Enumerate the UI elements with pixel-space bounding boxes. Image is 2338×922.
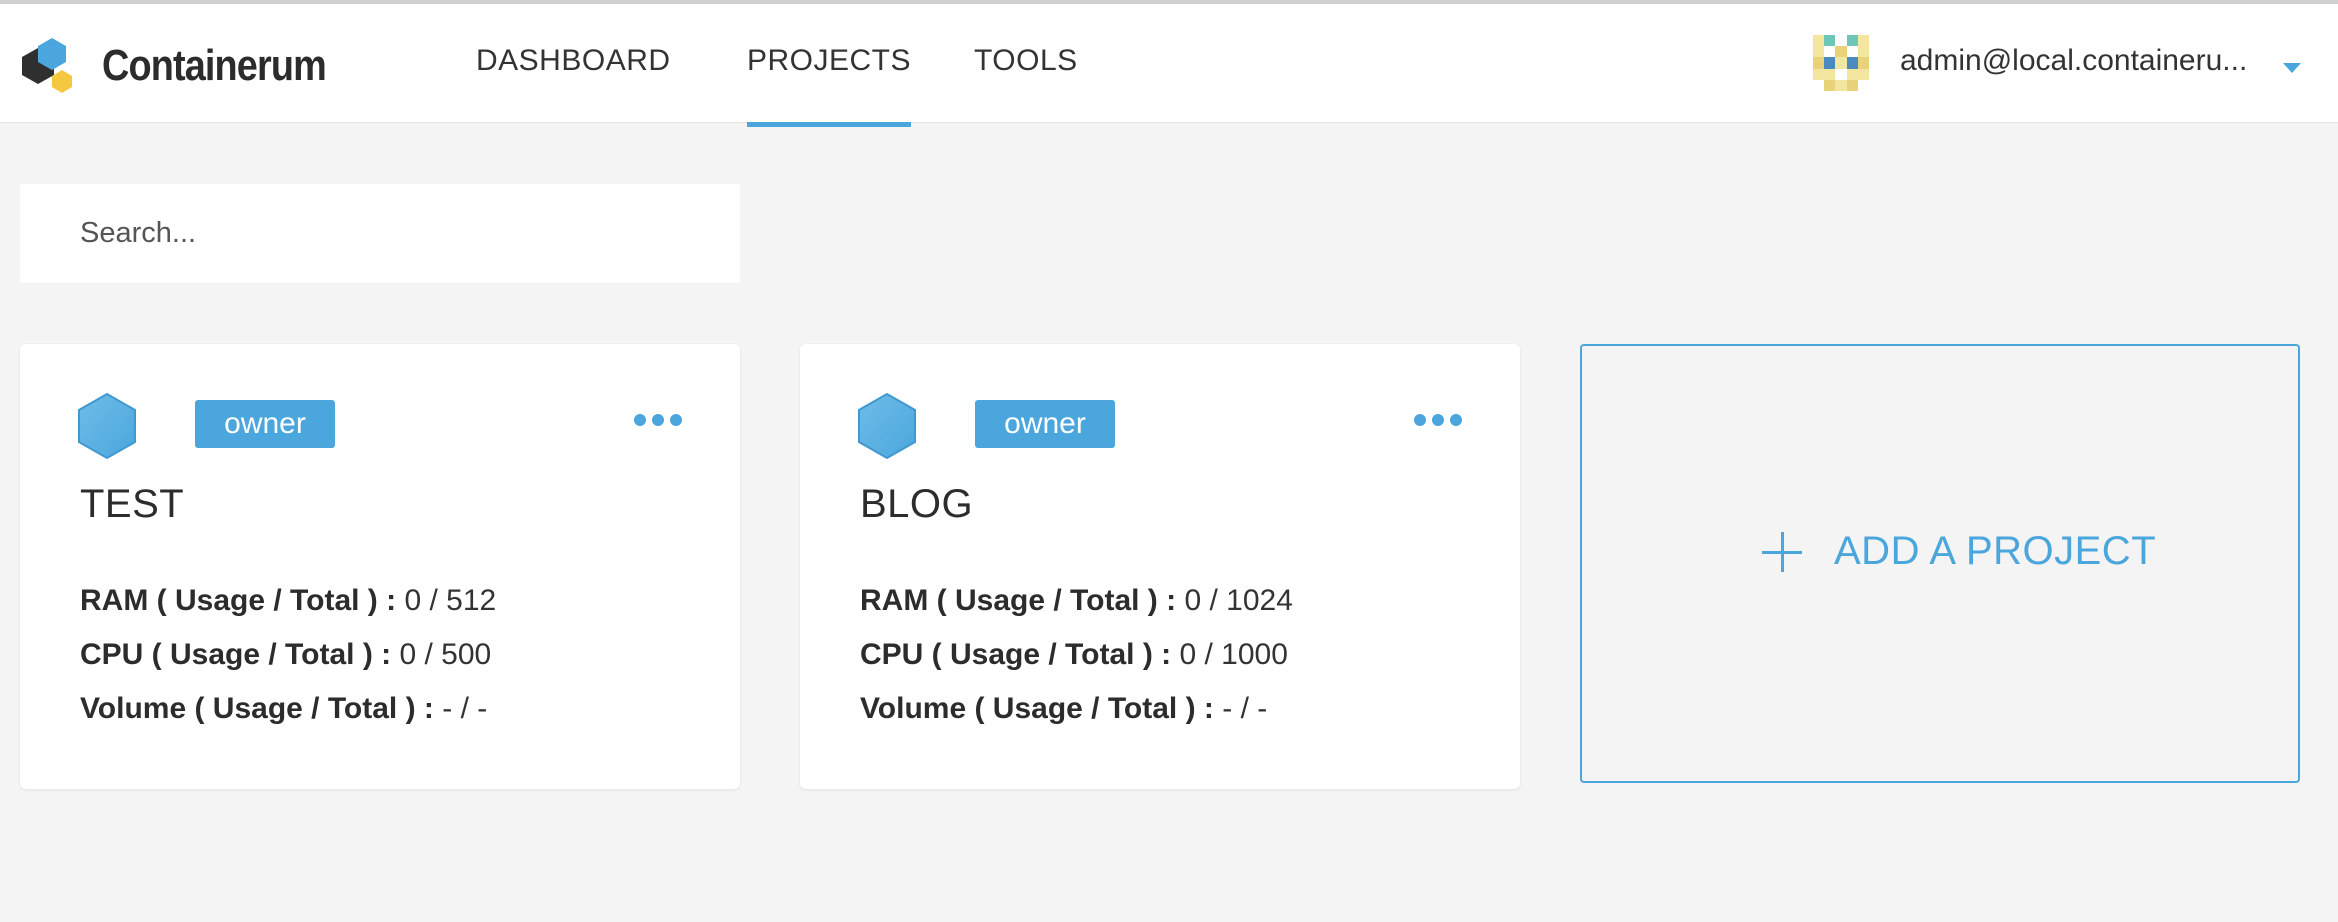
project-name[interactable]: TEST	[80, 482, 184, 527]
ram-stat: RAM ( Usage / Total ) : 0 / 1024	[860, 584, 1293, 618]
app-logo[interactable]: Containerum	[18, 34, 362, 98]
stat-value: 0 / 1000	[1179, 638, 1288, 671]
add-project-label: ADD A PROJECT	[1834, 529, 2157, 573]
volume-stat: Volume ( Usage / Total ) : - / -	[860, 692, 1267, 726]
stat-label: Volume ( Usage / Total ) :	[80, 692, 434, 725]
project-card[interactable]: owner BLOG RAM ( Usage / Total ) : 0 / 1…	[800, 344, 1520, 789]
project-hexagon-icon	[78, 392, 136, 460]
more-options-icon[interactable]	[1414, 414, 1462, 428]
nav-dashboard[interactable]: DASHBOARD	[476, 44, 671, 78]
user-email[interactable]: admin@local.containeru...	[1900, 44, 2247, 78]
project-card[interactable]: owner TEST RAM ( Usage / Total ) : 0 / 5…	[20, 344, 740, 789]
stat-label: CPU ( Usage / Total ) :	[860, 638, 1172, 671]
caret-down-icon[interactable]	[2283, 63, 2301, 73]
add-project-content: ADD A PROJECT	[1762, 529, 2156, 574]
nav-projects[interactable]: PROJECTS	[747, 44, 912, 127]
project-name[interactable]: BLOG	[860, 482, 973, 527]
plus-icon	[1762, 531, 1802, 572]
stat-label: RAM ( Usage / Total ) :	[80, 584, 397, 617]
more-options-icon[interactable]	[634, 414, 682, 428]
stat-label: CPU ( Usage / Total ) :	[80, 638, 392, 671]
stat-value: 0 / 512	[404, 584, 497, 617]
add-project-button[interactable]: ADD A PROJECT	[1580, 344, 2300, 783]
stat-label: RAM ( Usage / Total ) :	[860, 584, 1177, 617]
top-navigation-bar: Containerum DASHBOARD PROJECTS TOOLS adm…	[0, 0, 2338, 127]
stat-label: Volume ( Usage / Total ) :	[860, 692, 1214, 725]
cpu-stat: CPU ( Usage / Total ) : 0 / 500	[80, 638, 491, 672]
volume-stat: Volume ( Usage / Total ) : - / -	[80, 692, 487, 726]
role-badge: owner	[975, 400, 1115, 448]
ram-stat: RAM ( Usage / Total ) : 0 / 512	[80, 584, 496, 618]
stat-value: 0 / 500	[399, 638, 492, 671]
stat-value: - / -	[1222, 692, 1268, 725]
search-input[interactable]	[20, 184, 740, 283]
app-name: Containerum	[102, 41, 327, 90]
stat-value: - / -	[442, 692, 488, 725]
nav-tools[interactable]: TOOLS	[974, 44, 1078, 78]
role-badge: owner	[195, 400, 335, 448]
stat-value: 0 / 1024	[1184, 584, 1293, 617]
cpu-stat: CPU ( Usage / Total ) : 0 / 1000	[860, 638, 1288, 672]
containerum-logo-icon	[22, 38, 72, 93]
project-hexagon-icon	[858, 392, 916, 460]
user-avatar[interactable]	[1813, 35, 1869, 91]
